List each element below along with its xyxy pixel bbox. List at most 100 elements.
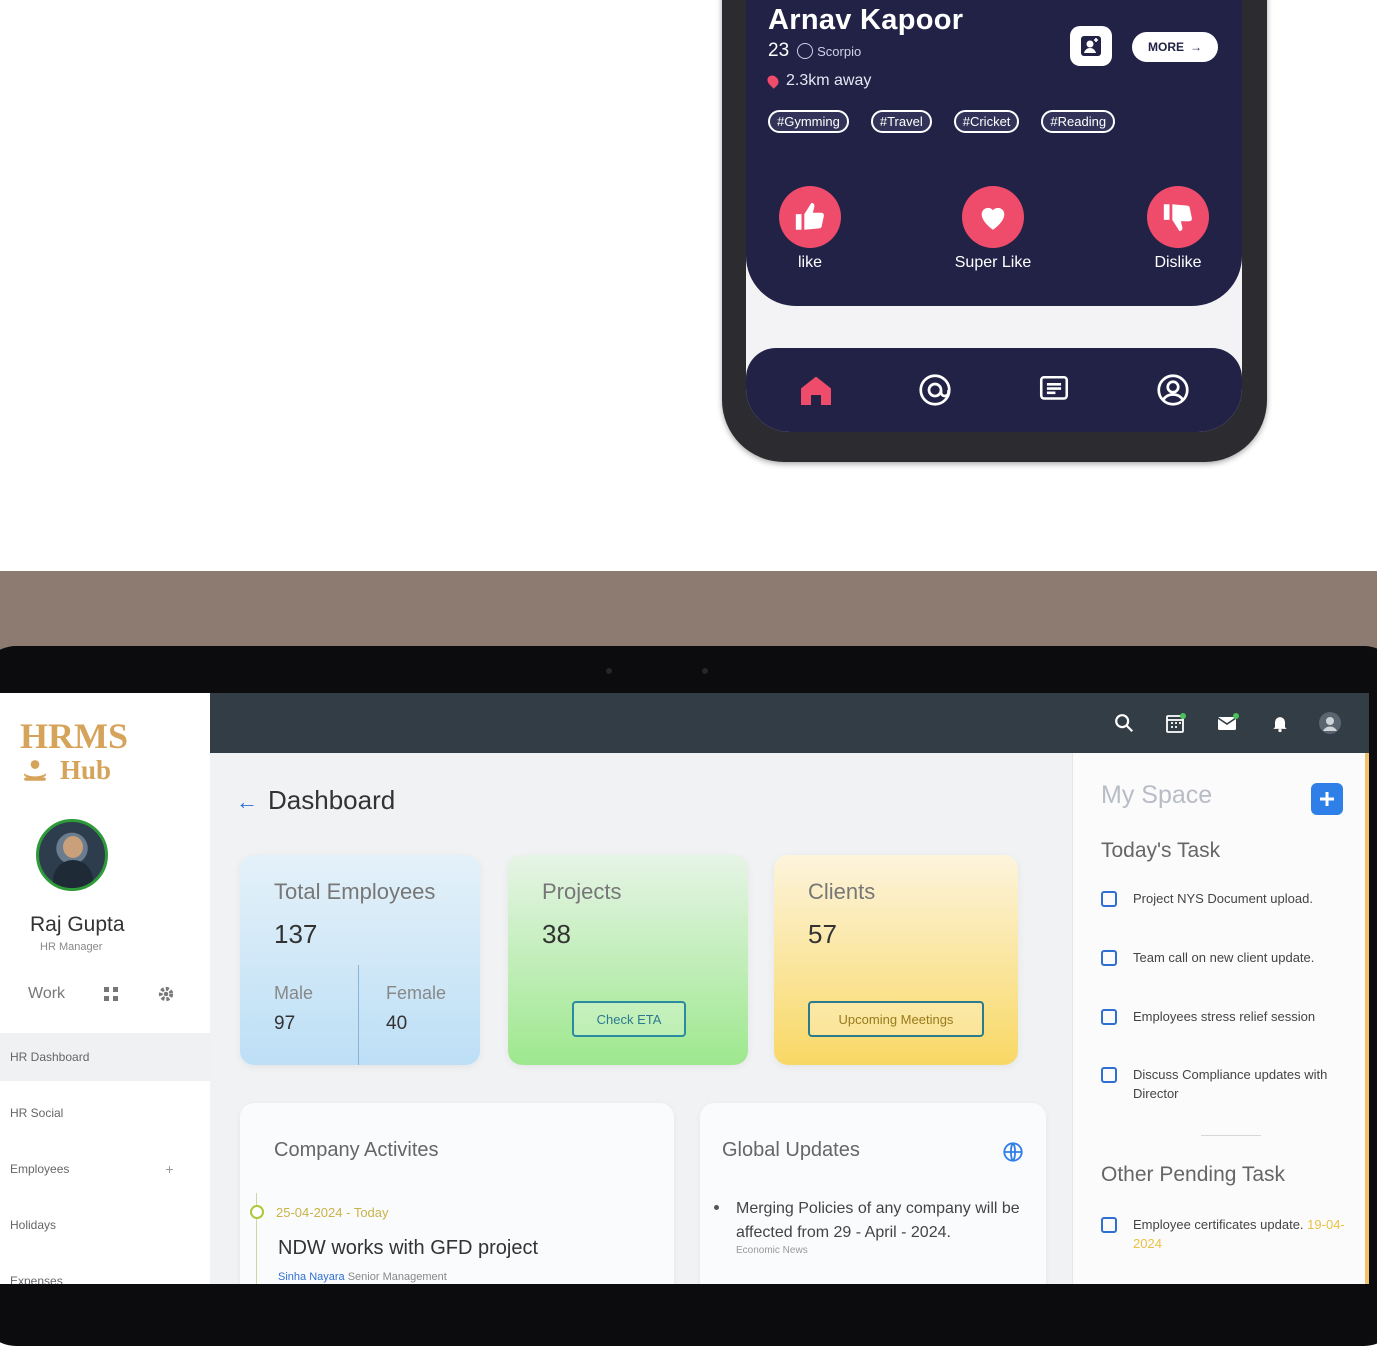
task-checkbox[interactable] (1101, 1067, 1117, 1083)
page-title: Dashboard (268, 785, 396, 815)
bell-icon[interactable] (1268, 711, 1292, 735)
upcoming-meetings-button[interactable]: Upcoming Meetings (808, 1001, 984, 1037)
dislike-button[interactable]: Dislike (1118, 186, 1238, 272)
bullet (714, 1205, 719, 1210)
divider (1201, 1135, 1261, 1136)
chat-icon[interactable] (1034, 370, 1074, 410)
projects-card[interactable]: Projects 38 Check ETA (508, 855, 748, 1065)
panel-edge-accent (1365, 753, 1369, 1284)
activity-headline[interactable]: NDW works with GFD project (278, 1237, 538, 1260)
company-activities-card: Company Activites 25-04-2024 - Today NDW… (240, 1103, 674, 1284)
task-item: Project NYS Document upload. (1101, 889, 1351, 908)
stat-value: 57 (808, 919, 837, 949)
task-checkbox[interactable] (1101, 1217, 1117, 1233)
home-icon[interactable] (796, 370, 836, 410)
task-checkbox[interactable] (1101, 950, 1117, 966)
female-value: 40 (386, 1013, 408, 1034)
author-role: Senior Management (347, 1271, 447, 1283)
tag[interactable]: #Reading (1041, 110, 1116, 133)
profile-meta: 23 Scorpio (768, 40, 861, 62)
sidebar-item-hr-dashboard[interactable]: HR Dashboard (0, 1033, 210, 1081)
location-pin-icon (765, 73, 781, 89)
add-task-button[interactable] (1311, 783, 1343, 815)
interest-tags: #Gymming #Travel #Cricket #Reading (768, 110, 1116, 133)
stat-label: Clients (808, 879, 876, 904)
update-text: Merging Policies of any company will be … (736, 1200, 1020, 1241)
super-like-label: Super Like (954, 254, 1032, 271)
task-text: Discuss Compliance updates with Director (1133, 1067, 1328, 1101)
total-employees-card[interactable]: Total Employees 137 Male 97 Female 40 (240, 855, 480, 1065)
profile-age: 23 (768, 40, 790, 61)
stat-divider (358, 965, 359, 1065)
my-space-panel: My Space Today's Task Project NYS Docume… (1072, 753, 1369, 1284)
zodiac-icon (797, 43, 814, 59)
avatar[interactable] (36, 819, 108, 891)
task-checkbox[interactable] (1101, 891, 1117, 907)
sidebar-item-hr-social[interactable]: HR Social (0, 1089, 210, 1137)
add-person-icon (1081, 36, 1101, 56)
grid-icon[interactable] (103, 986, 119, 1002)
more-button[interactable]: MORE → (1132, 32, 1218, 62)
distance-label: 2.3km away (786, 72, 872, 89)
pending-task-text: Employee certificates update. (1133, 1217, 1304, 1232)
male-label: Male (274, 983, 314, 1003)
logo-title: HRMS (20, 716, 128, 756)
global-updates-card: Global Updates Merging Policies of any c… (700, 1103, 1046, 1284)
more-label: MORE (1148, 40, 1184, 54)
like-button[interactable]: like (750, 186, 870, 272)
task-checkbox[interactable] (1101, 1009, 1117, 1025)
check-eta-button[interactable]: Check ETA (572, 1001, 686, 1037)
thumbs-down-icon (1147, 186, 1209, 248)
phone-screen: Arnav Kapoor 23 Scorpio 2.3km away MORE … (746, 0, 1242, 432)
like-label: like (797, 254, 822, 271)
todays-task-heading: Today's Task (1101, 839, 1221, 862)
profile-distance: 2.3km away (765, 72, 872, 90)
stat-value: 38 (542, 919, 571, 949)
heart-icon (962, 186, 1024, 248)
task-text: Project NYS Document upload. (1133, 891, 1313, 906)
gear-icon[interactable] (157, 985, 175, 1003)
task-item: Discuss Compliance updates with Director (1101, 1065, 1351, 1103)
plus-icon (1320, 792, 1334, 806)
task-text: Team call on new client update. (1133, 950, 1315, 965)
super-like-button[interactable]: Super Like (933, 186, 1053, 272)
top-bar (210, 693, 1369, 753)
user-name: Raj Gupta (30, 913, 125, 936)
tag[interactable]: #Cricket (953, 110, 1020, 133)
work-row: Work (28, 985, 175, 1003)
profile-icon[interactable] (1153, 370, 1193, 410)
task-item: Team call on new client update. (1101, 948, 1351, 967)
expand-plus-icon: + (165, 1161, 174, 1177)
work-tab[interactable]: Work (28, 985, 65, 1003)
at-icon[interactable] (915, 370, 955, 410)
calendar-icon[interactable] (1164, 711, 1188, 735)
card-title: Global Updates (722, 1139, 860, 1161)
stat-label: Projects (542, 879, 622, 904)
activity-date: 25-04-2024 - Today (276, 1205, 389, 1220)
mail-icon[interactable] (1216, 711, 1240, 735)
stat-value: 137 (274, 919, 318, 949)
author-name[interactable]: Sinha Nayara (278, 1271, 345, 1283)
activity-author: Sinha Nayara Senior Management (278, 1271, 447, 1283)
clients-card[interactable]: Clients 57 Upcoming Meetings (774, 855, 1018, 1065)
sidebar-item-holidays[interactable]: Holidays (0, 1201, 210, 1249)
globe-icon[interactable] (1002, 1141, 1024, 1168)
task-text: Employees stress relief session (1133, 1009, 1316, 1024)
back-arrow-icon[interactable]: ← (236, 789, 258, 815)
task-item: Employees stress relief session (1101, 1007, 1351, 1026)
arrow-right-icon: → (1190, 40, 1202, 54)
search-icon[interactable] (1112, 711, 1136, 735)
logo-hub-text: Hub (60, 755, 112, 785)
sidebar-item-label: Employees (10, 1162, 70, 1176)
user-avatar-icon[interactable] (1318, 711, 1342, 735)
add-contact-button[interactable] (1070, 26, 1112, 66)
stat-label: Total Employees (274, 879, 436, 904)
sidebar-item-expenses[interactable]: Expenses (0, 1257, 210, 1284)
sidebar-item-employees[interactable]: Employees + (0, 1145, 210, 1193)
card-title: Company Activites (274, 1139, 439, 1161)
sidebar: HRMS Hub Raj Gupta HR Manager Work HR Da… (0, 693, 210, 1284)
hub-logo-icon (24, 759, 46, 781)
tag[interactable]: #Gymming (768, 110, 849, 133)
tag[interactable]: #Travel (870, 110, 932, 133)
update-source: Economic News (736, 1245, 808, 1256)
